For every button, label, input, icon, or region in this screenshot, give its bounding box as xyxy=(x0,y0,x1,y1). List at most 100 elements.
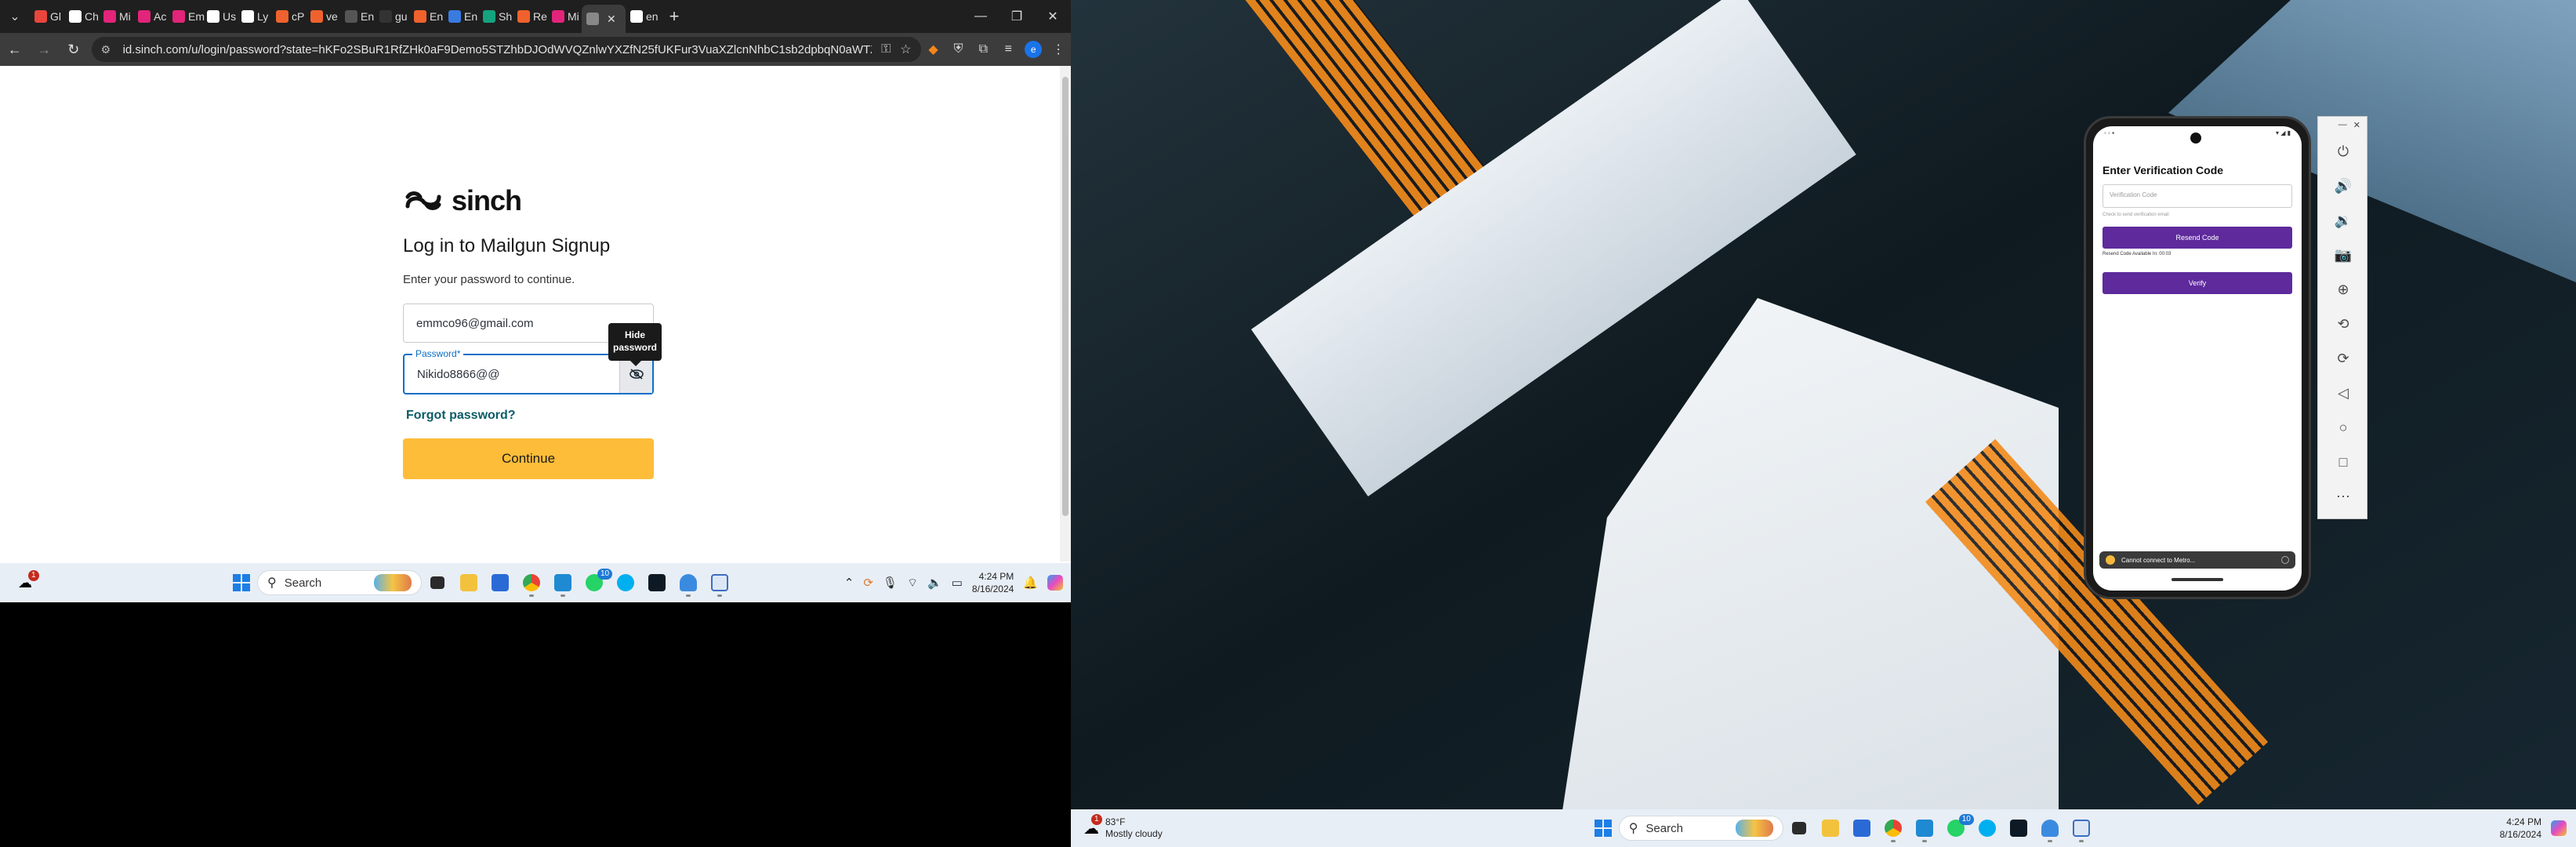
verification-code-input[interactable]: Verification Code xyxy=(2103,184,2292,208)
browser-tab[interactable]: gu xyxy=(375,4,409,29)
android-studio-icon[interactable] xyxy=(673,567,704,598)
power-icon[interactable]: ⏻ xyxy=(2318,134,2368,169)
copilot-icon[interactable] xyxy=(2551,820,2567,836)
file-explorer-icon[interactable] xyxy=(453,567,484,598)
browser-tab[interactable]: Mi xyxy=(99,4,133,29)
chevron-up-icon[interactable]: ⌃ xyxy=(844,576,854,590)
vscode-icon[interactable] xyxy=(547,567,579,598)
sync-icon[interactable]: ⟳ xyxy=(863,576,873,590)
browser-tab[interactable]: Sh xyxy=(478,4,513,29)
resend-code-button[interactable]: Resend Code xyxy=(2103,227,2292,249)
continue-button[interactable]: Continue xyxy=(403,438,654,479)
browser-tab[interactable]: Ly xyxy=(237,4,271,29)
verify-button[interactable]: Verify xyxy=(2103,272,2292,294)
chrome-icon[interactable] xyxy=(1878,812,1909,844)
url-text[interactable]: id.sinch.com/u/login/password?state=hKFo… xyxy=(123,43,872,56)
zoom-icon[interactable]: ⊕ xyxy=(2318,272,2368,307)
scrollbar-thumb[interactable] xyxy=(1062,77,1068,516)
taskbar-search-right[interactable]: ⚲ Search xyxy=(1618,816,1783,841)
bitwarden-icon[interactable] xyxy=(641,567,673,598)
volume-icon[interactable]: 🔈 xyxy=(927,576,942,590)
home-icon[interactable]: ○ xyxy=(2318,410,2368,445)
rotate-right-icon[interactable]: ⟳ xyxy=(2318,341,2368,376)
tab-search-button[interactable]: ⌄ xyxy=(0,0,30,33)
media-controls-icon[interactable]: ≡ xyxy=(996,33,1021,66)
battery-icon[interactable]: ▭ xyxy=(952,576,963,590)
volume-up-icon[interactable]: 🔊 xyxy=(2318,169,2368,203)
browser-tab[interactable]: Gl xyxy=(30,4,64,29)
restore-icon[interactable]: ❐ xyxy=(999,0,1035,33)
toast-close-icon[interactable] xyxy=(2281,556,2289,564)
store-icon[interactable] xyxy=(1846,812,1878,844)
forgot-password-link[interactable]: Forgot password? xyxy=(406,409,516,423)
taskbar-search[interactable]: ⚲ Search xyxy=(257,570,422,595)
password-value[interactable]: Nikido8866@@ xyxy=(417,368,619,381)
reload-icon[interactable]: ↻ xyxy=(59,33,89,66)
bookmark-star-icon[interactable]: ☆ xyxy=(900,42,911,57)
browser-tab[interactable]: En xyxy=(340,4,375,29)
browser-tab[interactable]: Ch xyxy=(64,4,99,29)
browser-tab[interactable]: ✕ xyxy=(582,5,626,33)
close-window-icon[interactable]: ✕ xyxy=(1035,0,1071,33)
extensions-puzzle-icon[interactable]: ⧉ xyxy=(971,33,996,66)
forward-arrow-icon[interactable]: → xyxy=(30,33,60,66)
browser-tab[interactable]: Mi xyxy=(547,4,582,29)
browser-tab[interactable]: en xyxy=(626,4,660,29)
whatsapp-icon[interactable]: 10 xyxy=(1940,812,1974,844)
more-icon[interactable]: ⋯ xyxy=(2318,479,2368,514)
tab-close-icon[interactable]: ✕ xyxy=(607,13,616,26)
start-button-right[interactable] xyxy=(1587,812,1619,844)
whatsapp-icon[interactable]: 10 xyxy=(579,567,613,598)
new-tab-button[interactable]: + xyxy=(660,6,688,27)
browser-tab[interactable]: cP xyxy=(271,4,306,29)
browser-tab[interactable]: En xyxy=(409,4,444,29)
store-icon[interactable] xyxy=(484,567,516,598)
emulator-close-icon[interactable]: ✕ xyxy=(2353,120,2360,134)
browser-tab[interactable]: Us xyxy=(202,4,237,29)
back-icon[interactable]: ◁ xyxy=(2318,376,2368,410)
vscode-icon[interactable] xyxy=(1909,812,1940,844)
profile-avatar[interactable]: e xyxy=(1021,33,1046,66)
start-button[interactable] xyxy=(226,567,257,598)
clock-right[interactable]: 4:24 PM 8/16/2024 xyxy=(2500,816,2542,841)
bell-icon[interactable]: 🔔 xyxy=(1023,576,1038,590)
task-view-icon[interactable] xyxy=(422,567,453,598)
password-key-icon[interactable]: ⚿ xyxy=(881,42,891,56)
emulator-app-icon[interactable] xyxy=(704,567,735,598)
browser-tab[interactable]: ve xyxy=(306,4,340,29)
rotate-left-icon[interactable]: ⟲ xyxy=(2318,307,2368,341)
microphone-icon[interactable]: 🎙 xyxy=(883,576,898,590)
file-explorer-icon[interactable] xyxy=(1815,812,1846,844)
page-scrollbar[interactable] xyxy=(1060,66,1071,562)
skype-icon[interactable] xyxy=(1972,812,2003,844)
volume-down-icon[interactable]: 🔉 xyxy=(2318,203,2368,238)
clock[interactable]: 4:24 PM 8/16/2024 xyxy=(972,570,1014,595)
address-bar[interactable]: ⚙ id.sinch.com/u/login/password?state=hK… xyxy=(91,37,921,62)
camera-icon[interactable]: 📷 xyxy=(2318,238,2368,272)
metro-error-toast[interactable]: Cannot connect to Metro... xyxy=(2099,551,2295,569)
shield-extension-icon[interactable]: ⛨ xyxy=(946,33,971,66)
browser-menu-icon[interactable]: ⋮ xyxy=(1046,33,1071,66)
overview-icon[interactable]: □ xyxy=(2318,445,2368,479)
back-arrow-icon[interactable]: ← xyxy=(0,33,30,66)
gesture-home-bar[interactable] xyxy=(2171,578,2223,581)
task-view-icon[interactable] xyxy=(1783,812,1815,844)
emulator-app-icon[interactable] xyxy=(2066,812,2097,844)
emulator-minimize-icon[interactable]: — xyxy=(2338,120,2347,134)
weather-widget-icon[interactable]: ☁ 1 xyxy=(9,567,41,598)
metamask-extension-icon[interactable]: ◆ xyxy=(921,33,946,66)
wifi-icon[interactable]: ⌔ xyxy=(907,576,918,591)
copilot-icon[interactable] xyxy=(1047,575,1063,591)
android-studio-icon[interactable] xyxy=(2034,812,2066,844)
browser-tab[interactable]: Re xyxy=(513,4,547,29)
site-info-icon[interactable]: ⚙ xyxy=(101,43,115,56)
bitwarden-icon[interactable] xyxy=(2003,812,2034,844)
chrome-icon[interactable] xyxy=(516,567,547,598)
tab-favicon-icon xyxy=(34,10,47,23)
skype-icon[interactable] xyxy=(610,567,641,598)
browser-tab[interactable]: Em xyxy=(168,4,205,29)
browser-tab[interactable]: Ac xyxy=(133,4,168,29)
browser-tab[interactable]: En xyxy=(444,4,478,29)
weather-widget[interactable]: ☁ 1 83°F Mostly cloudy xyxy=(1083,812,1163,844)
minimize-icon[interactable]: — xyxy=(963,0,999,33)
